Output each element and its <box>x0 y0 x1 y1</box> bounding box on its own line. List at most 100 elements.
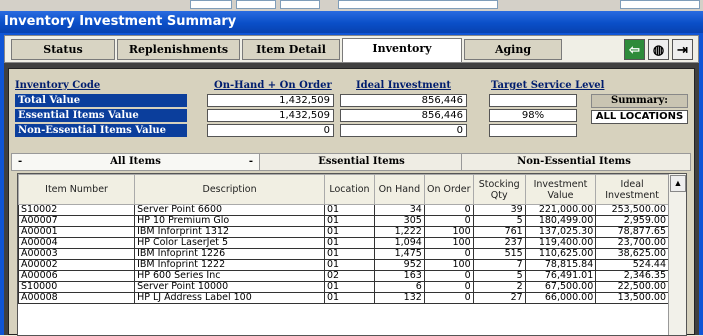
table-row[interactable]: A00003 IBM Infoprint 1226 01 1,475 0 515 110,6… <box>18 248 669 260</box>
table-cell: 100 <box>423 226 474 238</box>
table-cell: 76,491.01 <box>524 270 597 282</box>
table-cell: A00008 <box>18 292 136 304</box>
globe-icon[interactable]: ◍ <box>648 39 669 60</box>
essential-target-field[interactable]: 98% <box>489 109 577 122</box>
table-cell: HP LJ Address Label 100 <box>134 292 325 304</box>
table-cell: 5 <box>472 215 526 227</box>
content-panel: Inventory Code On-Hand + On Order Ideal … <box>4 63 699 336</box>
tab-item-detail[interactable]: Item Detail <box>242 39 340 60</box>
table-cell: 78,877.65 <box>595 226 669 238</box>
table-cell: 78,815.84 <box>524 259 597 271</box>
table-cell: HP 600 Series Inc <box>134 270 325 282</box>
table-cell: 0 <box>423 215 474 227</box>
table-cell: 13,500.00 <box>595 292 669 304</box>
column-header[interactable]: Location <box>324 174 375 205</box>
table-cell: 1,475 <box>373 248 425 260</box>
total-value-label: Total Value <box>15 94 187 107</box>
table-row[interactable]: A00007 HP 10 Premium Glo 01 305 0 5 180,499.00… <box>18 215 669 227</box>
tab-inventory[interactable]: Inventory <box>342 38 462 62</box>
table-cell: 110,625.00 <box>524 248 597 260</box>
table-cell: IBM Infoprint 1226 <box>134 248 325 260</box>
table-cell: A00004 <box>18 237 136 249</box>
vertical-scrollbar[interactable]: ▲ <box>668 174 686 335</box>
column-header[interactable]: Investment Value <box>524 174 597 205</box>
table-cell: 100 <box>423 237 474 249</box>
column-header[interactable]: Ideal Investment <box>595 174 669 205</box>
table-cell: 01 <box>324 226 375 238</box>
column-header[interactable]: On Hand <box>373 174 425 205</box>
table-cell: IBM Inforprint 1312 <box>134 226 325 238</box>
table-cell: 01 <box>324 259 375 271</box>
subtab-non-essential-items[interactable]: Non-Essential Items <box>464 154 684 170</box>
table-cell: A00006 <box>18 270 136 282</box>
table-cell: 305 <box>373 215 425 227</box>
total-onhand-field[interactable]: 1,432,509 <box>207 94 334 107</box>
table-cell: 163 <box>373 270 425 282</box>
tab-aging[interactable]: Aging <box>464 39 562 60</box>
table-cell: 2 <box>472 281 526 293</box>
table-cell: 6 <box>373 281 425 293</box>
non-essential-target-field[interactable] <box>489 124 577 137</box>
table-cell: 119,400.00 <box>524 237 597 249</box>
table-cell: 7 <box>472 259 526 271</box>
table-cell: 2,959.00 <box>595 215 669 227</box>
table-row[interactable]: S10000 Server Point 10000 01 6 0 2 67,500.00 22… <box>18 281 669 293</box>
table-cell: A00001 <box>18 226 136 238</box>
essential-onhand-field[interactable]: 1,432,509 <box>207 109 334 122</box>
essential-ideal-field[interactable]: 856,446 <box>340 109 467 122</box>
background-window-field <box>280 0 320 9</box>
table-header-row: Item Number Description Location On Hand On … <box>18 174 669 205</box>
non-essential-onhand-field[interactable]: 0 <box>207 124 334 137</box>
background-window-strip <box>0 0 703 11</box>
table-cell: 0 <box>423 292 474 304</box>
table-cell: 01 <box>324 248 375 260</box>
summary-location-field[interactable]: ALL LOCATIONS <box>591 110 688 124</box>
background-window-field <box>338 0 498 9</box>
dash-marker: - <box>248 156 253 167</box>
column-header[interactable]: Stocking Qty <box>472 174 526 205</box>
subtab-essential-items[interactable]: Essential Items <box>262 154 462 170</box>
table-cell: 761 <box>472 226 526 238</box>
table-cell: IBM Infoprint 1222 <box>134 259 325 271</box>
table-cell: 2,346.35 <box>595 270 669 282</box>
table-cell: A00002 <box>18 259 136 271</box>
summary-area: Inventory Code On-Hand + On Order Ideal … <box>8 68 695 336</box>
inventory-grid: Item Number Description Location On Hand On … <box>17 173 687 336</box>
column-header[interactable]: Item Number <box>18 174 136 205</box>
table-cell: 5 <box>472 270 526 282</box>
item-filter-tabs: - All Items - Essential Items Non-Essent… <box>11 153 691 171</box>
table-cell: 137,025.30 <box>524 226 597 238</box>
column-header[interactable]: Description <box>134 174 325 205</box>
scroll-up-icon[interactable]: ▲ <box>670 175 686 192</box>
header-ideal-investment: Ideal Investment <box>356 80 451 91</box>
dash-marker: - <box>18 156 23 167</box>
subtab-all-items[interactable]: - All Items - <box>12 154 260 170</box>
table-row[interactable]: A00008 HP LJ Address Label 100 01 132 0 27 66,… <box>18 292 669 304</box>
table-cell: 22,500.00 <box>595 281 669 293</box>
header-onhand-onorder: On-Hand + On Order <box>214 80 332 91</box>
table-cell: 27 <box>472 292 526 304</box>
table-cell: 237 <box>472 237 526 249</box>
table-cell: 0 <box>423 248 474 260</box>
back-arrow-icon[interactable]: ⇦ <box>624 39 645 60</box>
table-cell: 01 <box>324 292 375 304</box>
table-cell: 1,094 <box>373 237 425 249</box>
table-cell: 524.44 <box>595 259 669 271</box>
essential-value-label: Essential Items Value <box>15 109 187 122</box>
table-row[interactable]: A00001 IBM Inforprint 1312 01 1,222 100 761 13… <box>18 226 669 238</box>
table-row[interactable]: A00004 HP Color LaserJet 5 01 1,094 100 237 11… <box>18 237 669 249</box>
total-target-field[interactable] <box>489 94 577 107</box>
tab-status[interactable]: Status <box>11 39 115 60</box>
table-row[interactable]: A00002 IBM Infoprint 1222 01 952 100 7 78,815.… <box>18 259 669 271</box>
table-cell: 132 <box>373 292 425 304</box>
non-essential-ideal-field[interactable]: 0 <box>340 124 467 137</box>
table-row[interactable]: A00006 HP 600 Series Inc 02 163 0 5 76,491.01 2… <box>18 270 669 282</box>
total-ideal-field[interactable]: 856,446 <box>340 94 467 107</box>
exit-door-icon[interactable]: ⇥ <box>672 39 693 60</box>
background-window-field <box>190 0 232 9</box>
table-cell: 01 <box>324 204 375 216</box>
tab-replenishments[interactable]: Replenishments <box>117 39 240 60</box>
table-row[interactable]: S10002 Server Point 6600 01 34 0 39 221,000.00… <box>18 204 669 216</box>
column-header[interactable]: On Order <box>423 174 474 205</box>
subtab-all-items-label: All Items <box>110 156 161 167</box>
